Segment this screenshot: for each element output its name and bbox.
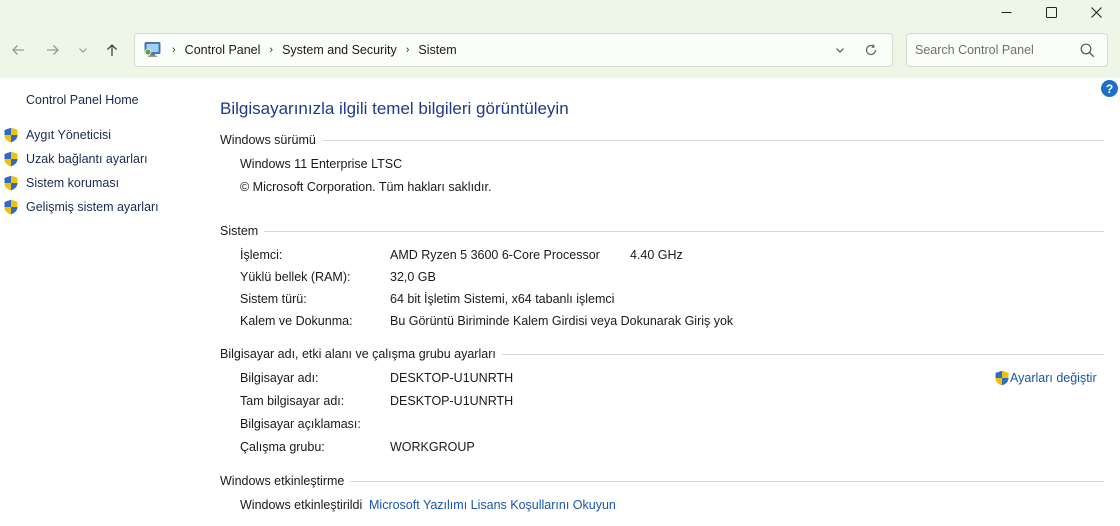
section-divider xyxy=(264,230,1104,232)
sidebar-item-label: Uzak bağlantı ayarları xyxy=(26,152,148,166)
uac-shield-icon xyxy=(4,127,18,143)
search-input[interactable] xyxy=(915,43,1075,57)
maximize-icon xyxy=(1045,6,1057,18)
sidebar-item-remote-settings[interactable]: Uzak bağlantı ayarları xyxy=(3,150,148,168)
windows-edition-name: Windows 11 Enterprise LTSC xyxy=(240,157,403,171)
section-windows-edition: Windows sürümü xyxy=(220,131,1110,149)
close-icon xyxy=(1090,6,1102,18)
page-title: Bilgisayarınızla ilgili temel bilgileri … xyxy=(220,99,569,118)
processor-value: AMD Ryzen 5 3600 6-Core Processor xyxy=(390,248,600,262)
license-terms-link[interactable]: Microsoft Yazılımı Lisans Koşullarını Ok… xyxy=(369,498,616,512)
section-heading: Sistem xyxy=(220,224,259,238)
system-type-label: Sistem türü: xyxy=(240,292,307,306)
title-and-address-bar: › Control Panel › System and Security › … xyxy=(0,0,1120,78)
uac-shield-icon xyxy=(4,175,18,191)
breadcrumb-separator: › xyxy=(269,44,274,56)
processor-label: İşlemci: xyxy=(240,248,283,262)
copyright-text: © Microsoft Corporation. Tüm hakları sak… xyxy=(240,180,492,194)
uac-shield-icon xyxy=(995,370,1009,386)
change-settings-link[interactable]: Ayarları değiştir xyxy=(994,370,1097,386)
search-box[interactable] xyxy=(906,33,1108,67)
processor-speed: 4.40 GHz xyxy=(630,248,683,262)
arrow-right-icon xyxy=(47,45,59,55)
section-computer-name: Bilgisayar adı, etki alanı ve çalışma gr… xyxy=(220,345,1110,363)
close-button[interactable] xyxy=(1073,0,1119,24)
maximize-button[interactable] xyxy=(1028,0,1074,24)
section-heading: Bilgisayar adı, etki alanı ve çalışma gr… xyxy=(220,347,496,361)
sidebar-item-label: Sistem koruması xyxy=(26,176,120,190)
sidebar-item-advanced-settings[interactable]: Gelişmiş sistem ayarları xyxy=(3,198,159,216)
pen-touch-label: Kalem ve Dokunma: xyxy=(240,314,353,328)
ram-value: 32,0 GB xyxy=(390,270,436,284)
uac-shield-icon xyxy=(4,151,18,167)
main-content: Bilgisayarınızla ilgili temel bilgileri … xyxy=(220,78,1110,526)
breadcrumb-system-and-security[interactable]: System and Security xyxy=(282,43,397,57)
search-icon[interactable] xyxy=(1080,43,1095,58)
section-divider xyxy=(501,353,1104,355)
control-panel-icon xyxy=(144,42,161,57)
address-dropdown-button[interactable] xyxy=(828,38,852,62)
sidebar-item-label: Gelişmiş sistem ayarları xyxy=(26,200,159,214)
section-system: Sistem xyxy=(220,222,1110,240)
forward-button[interactable] xyxy=(41,38,65,62)
section-heading: Windows etkinleştirme xyxy=(220,474,345,488)
section-divider xyxy=(350,480,1104,482)
breadcrumb-control-panel[interactable]: Control Panel xyxy=(185,43,261,57)
up-button[interactable] xyxy=(100,38,124,62)
recent-locations-button[interactable] xyxy=(71,38,95,62)
computer-description-label: Bilgisayar açıklaması: xyxy=(240,417,361,431)
ram-label: Yüklü bellek (RAM): xyxy=(240,270,351,284)
breadcrumb-separator: › xyxy=(172,44,176,56)
sidebar-item-system-protection[interactable]: Sistem koruması xyxy=(3,174,119,192)
full-computer-name-label: Tam bilgisayar adı: xyxy=(240,394,345,408)
chevron-down-icon xyxy=(836,48,844,53)
activation-status: Windows etkinleştirildi xyxy=(240,498,363,512)
section-heading: Windows sürümü xyxy=(220,133,316,147)
workgroup-label: Çalışma grubu: xyxy=(240,440,325,454)
system-type-value: 64 bit İşletim Sistemi, x64 tabanlı işle… xyxy=(390,292,615,306)
arrow-up-icon xyxy=(107,44,117,56)
workgroup-value: WORKGROUP xyxy=(390,440,475,454)
left-navigation-pane: Control Panel Home Aygıt Yöneticisi Uzak… xyxy=(0,78,200,526)
breadcrumb-sistem[interactable]: Sistem xyxy=(418,43,456,57)
refresh-button[interactable] xyxy=(858,38,884,62)
control-panel-home-link[interactable]: Control Panel Home xyxy=(26,93,139,107)
section-divider xyxy=(321,139,1104,141)
refresh-icon xyxy=(865,44,877,56)
full-computer-name-value: DESKTOP-U1UNRTH xyxy=(390,394,514,408)
section-windows-activation: Windows etkinleştirme xyxy=(220,472,1110,490)
minimize-button[interactable] xyxy=(983,0,1029,24)
pen-touch-value: Bu Görüntü Biriminde Kalem Girdisi veya … xyxy=(390,314,734,328)
back-button[interactable] xyxy=(6,38,30,62)
computer-name-value: DESKTOP-U1UNRTH xyxy=(390,371,514,385)
breadcrumb-separator: › xyxy=(405,44,410,56)
computer-name-label: Bilgisayar adı: xyxy=(240,371,319,385)
address-bar[interactable]: › Control Panel › System and Security › … xyxy=(134,33,893,67)
sidebar-item-label: Aygıt Yöneticisi xyxy=(26,128,112,142)
minimize-icon xyxy=(1001,11,1011,13)
sidebar-item-device-manager[interactable]: Aygıt Yöneticisi xyxy=(3,126,111,144)
change-settings-label: Ayarları değiştir xyxy=(1010,371,1097,385)
uac-shield-icon xyxy=(4,199,18,215)
arrow-left-icon xyxy=(12,45,24,55)
chevron-down-icon xyxy=(79,48,87,53)
